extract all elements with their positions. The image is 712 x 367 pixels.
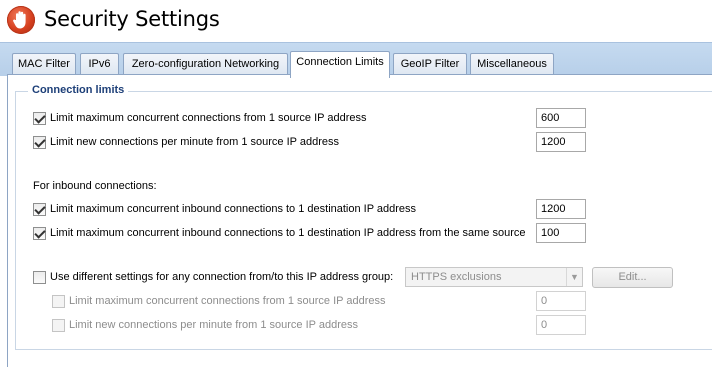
group-max-concurrent-input[interactable]: 0	[536, 291, 586, 311]
group-max-concurrent-row: Limit maximum concurrent connections fro…	[52, 293, 385, 309]
group-new-per-minute-checkbox[interactable]	[52, 318, 65, 332]
new-connections-per-minute-checkbox[interactable]	[33, 135, 46, 149]
max-concurrent-connections-input[interactable]: 600	[536, 108, 586, 128]
tab-bar: MAC Filter IPv6 Zero-configuration Netwo…	[0, 42, 712, 78]
group-settings-checkbox[interactable]	[33, 270, 46, 284]
group-new-per-minute-input[interactable]: 0	[536, 315, 586, 335]
group-new-per-minute-label: Limit new connections per minute from 1 …	[69, 319, 358, 331]
group-title: Connection limits	[28, 84, 129, 96]
new-connections-per-minute-input[interactable]: 1200	[536, 132, 586, 152]
inbound-same-source-checkbox[interactable]	[33, 226, 46, 240]
inbound-max-concurrent-input[interactable]: 1200	[536, 199, 586, 219]
inbound-heading: For inbound connections:	[33, 180, 157, 192]
group-max-concurrent-checkbox[interactable]	[52, 294, 65, 308]
hand-stop-icon	[7, 6, 35, 34]
tab-zero-configuration-networking[interactable]: Zero-configuration Networking	[123, 53, 288, 76]
ip-group-select[interactable]: HTTPS exclusions ▼	[405, 267, 583, 287]
inbound-same-source-input[interactable]: 100	[536, 223, 586, 243]
group-settings-row: Use different settings for any connectio…	[33, 269, 393, 285]
edit-button[interactable]: Edit...	[592, 267, 673, 288]
tab-mac-filter[interactable]: MAC Filter	[12, 53, 76, 76]
tab-geoip-filter[interactable]: GeoIP Filter	[393, 53, 467, 76]
page-title: Security Settings	[44, 7, 220, 31]
inbound-max-concurrent-checkbox[interactable]	[33, 202, 46, 216]
group-new-per-minute-row: Limit new connections per minute from 1 …	[52, 317, 358, 333]
tab-connection-limits[interactable]: Connection Limits	[290, 51, 390, 78]
new-connections-per-minute-label: Limit new connections per minute from 1 …	[50, 136, 339, 148]
chevron-down-icon[interactable]: ▼	[566, 268, 582, 286]
tab-miscellaneous[interactable]: Miscellaneous	[470, 53, 554, 76]
inbound-max-concurrent-label: Limit maximum concurrent inbound connect…	[50, 203, 417, 215]
max-concurrent-connections-checkbox[interactable]	[33, 111, 46, 125]
group-max-concurrent-label: Limit maximum concurrent connections fro…	[69, 295, 386, 307]
inbound-same-source-row: Limit maximum concurrent inbound connect…	[33, 225, 525, 241]
connection-limits-group	[15, 91, 712, 350]
inbound-same-source-label: Limit maximum concurrent inbound connect…	[50, 227, 526, 239]
new-connections-per-minute-row: Limit new connections per minute from 1 …	[33, 134, 339, 150]
ip-group-selected-value: HTTPS exclusions	[411, 271, 502, 283]
tab-ipv6[interactable]: IPv6	[80, 53, 119, 76]
max-concurrent-connections-label: Limit maximum concurrent connections fro…	[50, 112, 367, 124]
inbound-max-concurrent-row: Limit maximum concurrent inbound connect…	[33, 201, 416, 217]
header: Security Settings	[0, 0, 712, 42]
group-settings-label: Use different settings for any connectio…	[50, 271, 394, 283]
max-concurrent-connections-row: Limit maximum concurrent connections fro…	[33, 110, 366, 126]
